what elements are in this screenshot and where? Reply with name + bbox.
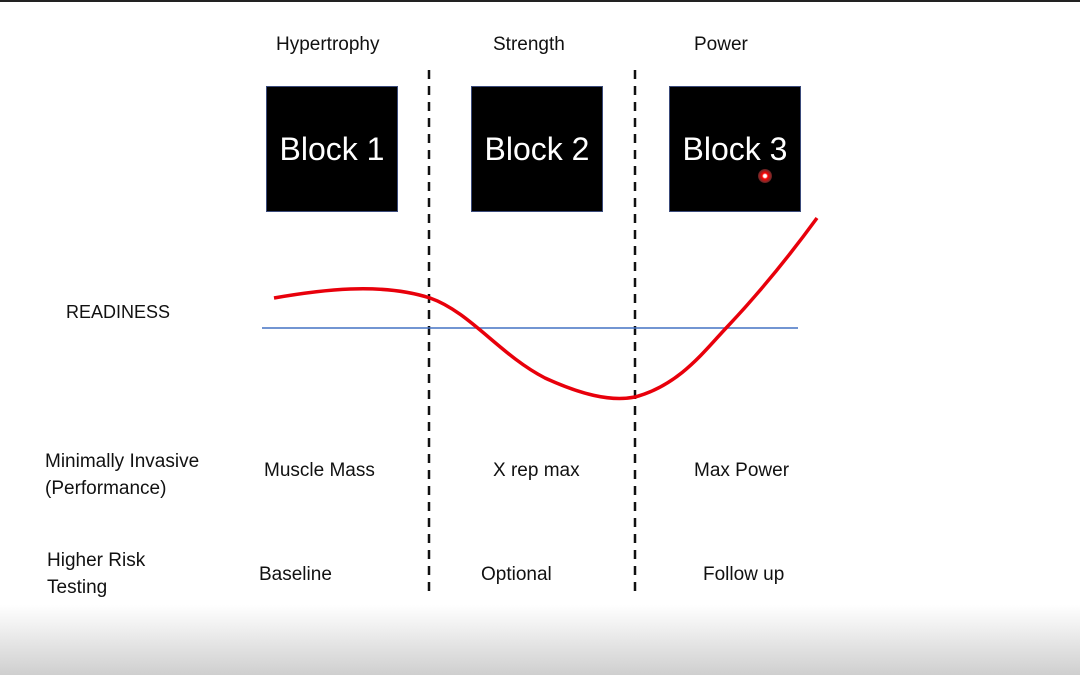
- testing-block-3: Follow up: [703, 564, 785, 585]
- row-label-performance-1: Minimally Invasive: [45, 451, 200, 472]
- performance-block-3: Max Power: [694, 460, 790, 481]
- row-label-testing-1: Higher Risk: [47, 550, 146, 571]
- row-label-readiness: READINESS: [66, 302, 171, 322]
- row-label-performance-2: (Performance): [45, 478, 167, 499]
- performance-block-1: Muscle Mass: [264, 460, 375, 481]
- testing-block-2: Optional: [481, 564, 552, 585]
- row-label-testing-2: Testing: [47, 577, 108, 598]
- bottom-fade: [0, 605, 1080, 675]
- readiness-curve: [273, 216, 819, 401]
- performance-block-2: X rep max: [493, 460, 580, 481]
- testing-block-1: Baseline: [259, 564, 332, 585]
- laser-pointer-icon: [758, 169, 772, 183]
